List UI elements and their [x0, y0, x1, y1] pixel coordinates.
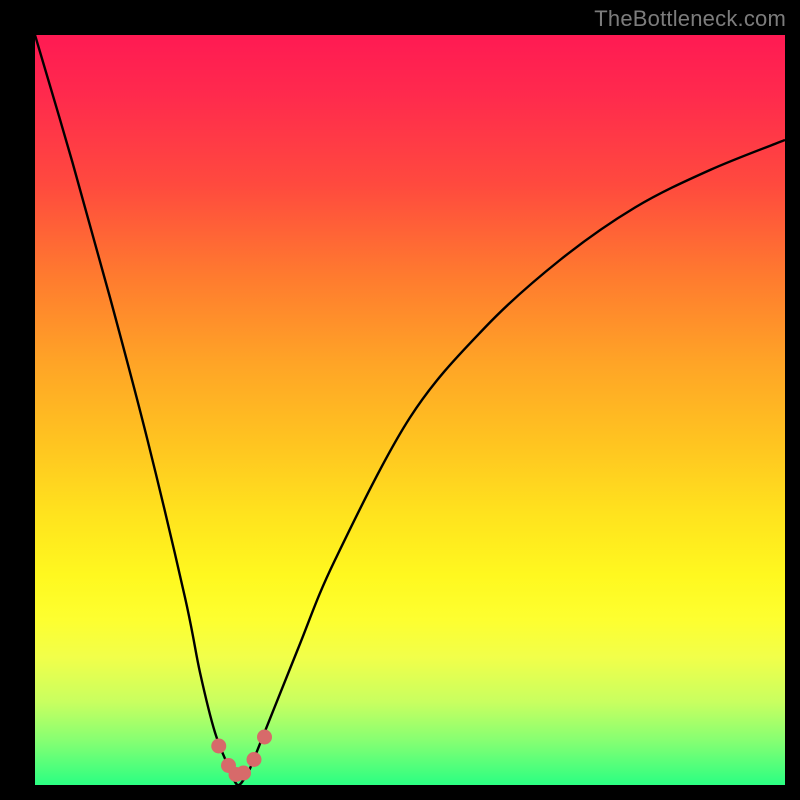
bottleneck-curve-svg [35, 35, 785, 785]
chart-plot-area [35, 35, 785, 785]
curve-dot [257, 730, 272, 745]
curve-dot [236, 766, 251, 781]
curve-dot [211, 739, 226, 754]
curve-dot [247, 752, 262, 767]
bottleneck-curve [35, 35, 785, 785]
curve-minimum-dots [211, 730, 272, 783]
outer-frame: TheBottleneck.com [0, 0, 800, 800]
watermark-label: TheBottleneck.com [594, 6, 786, 32]
